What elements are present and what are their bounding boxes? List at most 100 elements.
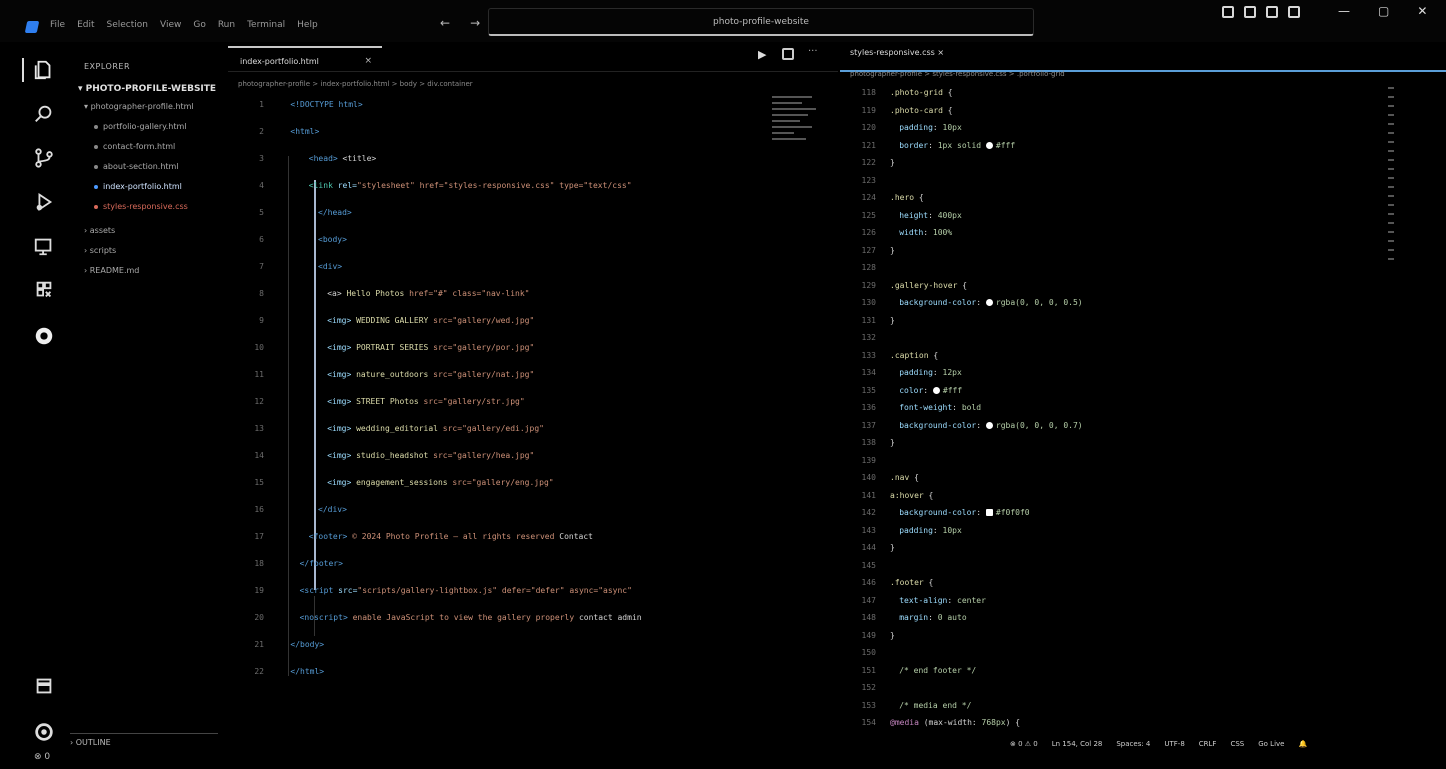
sidebar-item-folder[interactable]: › assets: [84, 226, 115, 235]
menu-terminal[interactable]: Terminal: [247, 20, 285, 30]
back-arrow-icon[interactable]: ←: [440, 16, 450, 30]
line-number: 128: [861, 263, 876, 272]
indent-guide: [288, 156, 289, 676]
source-control-icon[interactable]: [30, 144, 58, 172]
status-go-live[interactable]: Go Live: [1258, 740, 1284, 748]
sidebar-item-label: photographer-profile.html: [90, 102, 194, 111]
color-swatch-icon[interactable]: [985, 421, 993, 429]
code-token: .photo-grid: [890, 88, 943, 97]
code-text: background-color: rgba(0, 0, 0, 0.5): [899, 298, 1082, 307]
status-problems[interactable]: ⊗ 0 ⚠ 0: [1010, 740, 1038, 748]
close-tab-icon[interactable]: ×: [364, 56, 372, 66]
explorer-icon[interactable]: [22, 56, 58, 84]
color-swatch-icon[interactable]: [985, 299, 993, 306]
sidebar-item-folder[interactable]: ▾ photographer-profile.html: [84, 102, 194, 111]
accounts-icon[interactable]: [30, 672, 58, 700]
code-text: <!DOCTYPE html>: [290, 100, 362, 109]
minimap[interactable]: [772, 92, 832, 212]
outline-section[interactable]: › OUTLINE: [70, 733, 218, 747]
menu-selection[interactable]: Selection: [107, 20, 148, 30]
status-indentation[interactable]: Spaces: 4: [1116, 740, 1150, 748]
copilot-icon[interactable]: [30, 322, 58, 350]
line-number: 13: [254, 424, 264, 433]
sidebar-item-file-error[interactable]: styles-responsive.css: [94, 202, 188, 211]
sidebar-item-folder[interactable]: › README.md: [84, 266, 139, 275]
menu-run[interactable]: Run: [218, 20, 235, 30]
code-text: <img> studio_headshot src="gallery/hea.j…: [327, 451, 534, 460]
search-icon[interactable]: [30, 100, 58, 128]
code-token: <a>: [327, 289, 342, 298]
tab-index-portfolio[interactable]: index-portfolio.html ×: [228, 46, 382, 72]
code-token: {: [923, 490, 934, 500]
breadcrumb[interactable]: photographer-profile > index-portfolio.h…: [238, 80, 473, 88]
more-actions-icon[interactable]: ···: [808, 46, 818, 57]
code-token: {: [923, 578, 934, 587]
code-token: text-align: [899, 595, 948, 605]
command-center-search[interactable]: photo-profile-website: [488, 8, 1034, 36]
code-token: <img>: [327, 397, 352, 406]
menu-view[interactable]: View: [160, 20, 181, 30]
code-token: © 2024 Photo Profile — all rights reserv…: [347, 532, 560, 541]
code-token: engagement_sessions: [351, 478, 448, 487]
workspace-folder[interactable]: ▾ PHOTO-PROFILE-WEBSITE: [78, 84, 216, 94]
tab-styles-responsive[interactable]: styles-responsive.css ×: [850, 48, 944, 57]
code-token: /* end footer */: [899, 665, 977, 675]
toggle-panel-icon[interactable]: [1244, 6, 1256, 18]
sidebar-item-file[interactable]: contact-form.html: [94, 142, 175, 151]
status-eol[interactable]: CRLF: [1199, 740, 1217, 748]
html-editor[interactable]: 1 <!DOCTYPE html> 2 <html> 3 <head> <title> 4 <…: [238, 96, 768, 716]
code-text: height: 400px: [899, 211, 962, 220]
status-language[interactable]: CSS: [1230, 740, 1244, 748]
menu-edit[interactable]: Edit: [77, 20, 94, 30]
color-swatch-icon[interactable]: [985, 509, 993, 516]
sidebar-item-folder[interactable]: › scripts: [84, 246, 116, 255]
status-cursor-position[interactable]: Ln 154, Col 28: [1052, 740, 1103, 748]
sidebar-item-file[interactable]: about-section.html: [94, 162, 179, 171]
sidebar-item-file-active[interactable]: index-portfolio.html: [94, 182, 182, 191]
menu-go[interactable]: Go: [193, 20, 205, 30]
run-icon[interactable]: ▶: [758, 48, 766, 61]
code-token: <img>: [327, 316, 352, 325]
notifications-icon[interactable]: 🔔: [1298, 740, 1307, 748]
close-tab-icon[interactable]: ×: [937, 48, 944, 57]
code-text: <img> WEDDING GALLERY src="gallery/wed.j…: [327, 316, 534, 325]
run-debug-icon[interactable]: [30, 188, 58, 216]
status-problems[interactable]: ⊗ 0: [34, 752, 50, 762]
minimize-icon[interactable]: —: [1338, 4, 1350, 18]
line-number: 124: [861, 193, 876, 202]
code-text: }: [890, 631, 895, 640]
code-token: margin: [899, 613, 929, 622]
window-controls: — ▢ ✕: [1338, 4, 1427, 18]
split-editor-icon[interactable]: [782, 48, 794, 60]
settings-icon[interactable]: [30, 718, 58, 746]
customize-layout-icon[interactable]: [1288, 6, 1300, 18]
code-text: a:hover {: [890, 491, 933, 500]
menu-file[interactable]: File: [50, 20, 65, 30]
line-number: 138: [861, 438, 876, 447]
line-number: 1: [259, 100, 264, 109]
color-swatch-icon[interactable]: [985, 141, 993, 149]
toggle-primary-sidebar-icon[interactable]: [1222, 6, 1234, 18]
sidebar-item-file[interactable]: portfolio-gallery.html: [94, 122, 186, 131]
maximize-icon[interactable]: ▢: [1378, 4, 1389, 18]
code-text: .hero {: [890, 193, 924, 202]
overview-ruler[interactable]: [1388, 80, 1402, 380]
css-editor[interactable]: 118 .photo-grid {119 .photo-card {120 paddi…: [850, 88, 1390, 738]
code-token: STREET Photos: [351, 397, 419, 406]
close-icon[interactable]: ✕: [1417, 4, 1427, 18]
sidebar-item-label: styles-responsive.css: [103, 202, 188, 211]
code-text: <img> engagement_sessions src="gallery/e…: [327, 478, 553, 487]
code-token: :: [923, 228, 933, 237]
toggle-secondary-sidebar-icon[interactable]: [1266, 6, 1278, 18]
menu-help[interactable]: Help: [297, 20, 318, 30]
status-encoding[interactable]: UTF-8: [1164, 740, 1184, 748]
forward-arrow-icon[interactable]: →: [470, 16, 480, 30]
code-token: bold: [961, 403, 982, 412]
color-swatch-icon[interactable]: [932, 386, 940, 394]
breadcrumb[interactable]: photographer-profile > styles-responsive…: [850, 70, 1065, 78]
extensions-icon[interactable]: [30, 232, 58, 260]
code-text: }: [890, 158, 895, 167]
line-number: 18: [254, 559, 264, 568]
remote-explorer-icon[interactable]: [30, 276, 58, 304]
line-number: 147: [861, 595, 876, 605]
